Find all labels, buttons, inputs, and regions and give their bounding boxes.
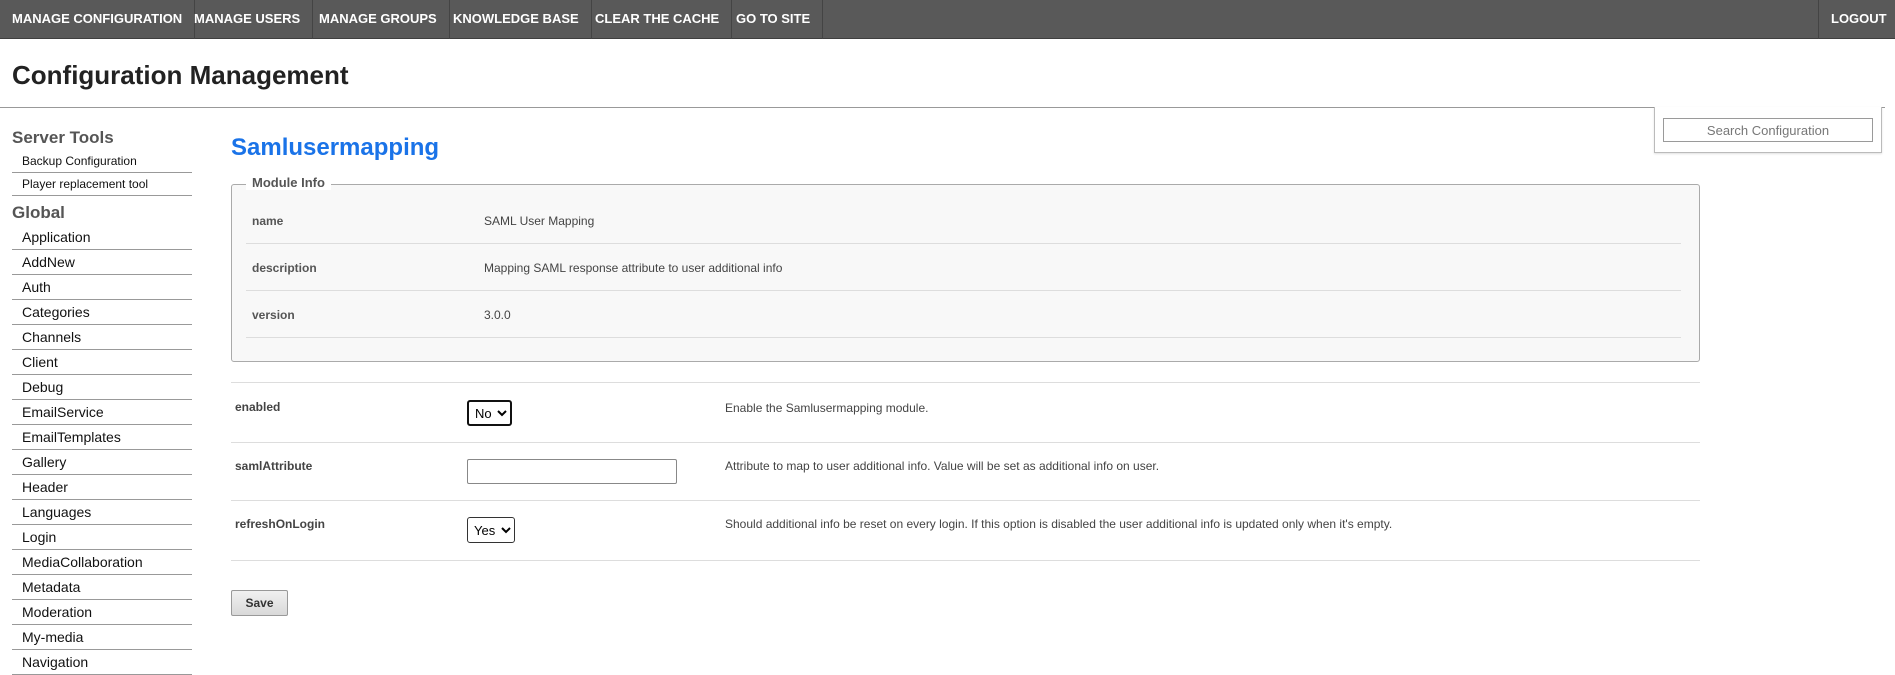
samlattribute-input[interactable] [467,459,677,484]
sidebar-item-debug[interactable]: Debug [12,375,192,400]
info-value: Mapping SAML response attribute to user … [484,261,783,275]
sidebar-item-addnew[interactable]: AddNew [12,250,192,275]
setting-label: samlAttribute [235,459,313,473]
setting-label: refreshOnLogin [235,517,326,531]
module-info-legend: Module Info [246,175,331,190]
nav-manage-groups[interactable]: MANAGE GROUPS [307,0,450,39]
sidebar-item-emailtemplates[interactable]: EmailTemplates [12,425,192,450]
search-configuration-input[interactable] [1663,118,1873,142]
module-info-panel: Module Info name SAML User Mapping descr… [231,175,1700,362]
sidebar-item-metadata[interactable]: Metadata [12,575,192,600]
sidebar-heading-global: Global [12,203,65,222]
info-value: 3.0.0 [484,308,511,322]
sidebar-item-channels[interactable]: Channels [12,325,192,350]
enabled-select[interactable]: No [467,400,512,426]
info-key: description [252,261,317,275]
logout-link[interactable]: LOGOUT [1818,0,1895,39]
info-key: name [252,214,284,228]
sidebar-item-moderation[interactable]: Moderation [12,600,192,625]
sidebar-item-application[interactable]: Application [12,225,192,250]
info-row-name: name SAML User Mapping [246,197,1681,244]
sidebar-item-emailservice[interactable]: EmailService [12,400,192,425]
info-value: SAML User Mapping [484,214,595,228]
refreshonlogin-select[interactable]: Yes [467,517,515,543]
sidebar-item-auth[interactable]: Auth [12,275,192,300]
sidebar-item-login[interactable]: Login [12,525,192,550]
sidebar-item-languages[interactable]: Languages [12,500,192,525]
top-navigation-bar: MANAGE CONFIGURATION MANAGE USERS MANAGE… [0,0,1895,39]
title-divider [0,107,1885,108]
nav-manage-users[interactable]: MANAGE USERS [182,0,314,39]
save-button[interactable]: Save [231,590,288,616]
settings-bottom-divider [231,560,1700,561]
setting-description: Attribute to map to user additional info… [725,459,1160,473]
sidebar-item-navigation[interactable]: Navigation [12,650,192,675]
sidebar-heading-server-tools: Server Tools [12,128,114,147]
nav-clear-cache[interactable]: CLEAR THE CACHE [583,0,733,39]
sidebar-item-gallery[interactable]: Gallery [12,450,192,475]
sidebar: Server Tools Backup Configuration Player… [12,126,192,675]
setting-description: Enable the Samlusermapping module. [725,401,929,415]
setting-row-refreshonlogin: refreshOnLogin Yes Should additional inf… [231,500,1700,560]
sidebar-item-mediacollaboration[interactable]: MediaCollaboration [12,550,192,575]
sidebar-item-header[interactable]: Header [12,475,192,500]
sidebar-item-backup-configuration[interactable]: Backup Configuration [12,150,192,173]
info-row-version: version 3.0.0 [246,291,1681,338]
setting-description: Should additional info be reset on every… [725,517,1393,531]
sidebar-item-client[interactable]: Client [12,350,192,375]
nav-go-to-site[interactable]: GO TO SITE [724,0,824,39]
setting-label: enabled [235,400,281,414]
info-key: version [252,308,295,322]
info-row-description: description Mapping SAML response attrib… [246,244,1681,291]
sidebar-item-my-media[interactable]: My-media [12,625,192,650]
sidebar-item-categories[interactable]: Categories [12,300,192,325]
page-title: Configuration Management [12,60,349,90]
search-panel [1654,107,1882,153]
module-title: Samlusermapping [231,134,440,161]
nav-knowledge-base[interactable]: KNOWLEDGE BASE [441,0,592,39]
setting-row-enabled: enabled No Enable the Samlusermapping mo… [231,382,1700,442]
setting-row-samlattribute: samlAttribute Attribute to map to user a… [231,442,1700,500]
sidebar-item-player-replacement-tool[interactable]: Player replacement tool [12,173,192,196]
nav-manage-configuration[interactable]: MANAGE CONFIGURATION [0,0,196,39]
